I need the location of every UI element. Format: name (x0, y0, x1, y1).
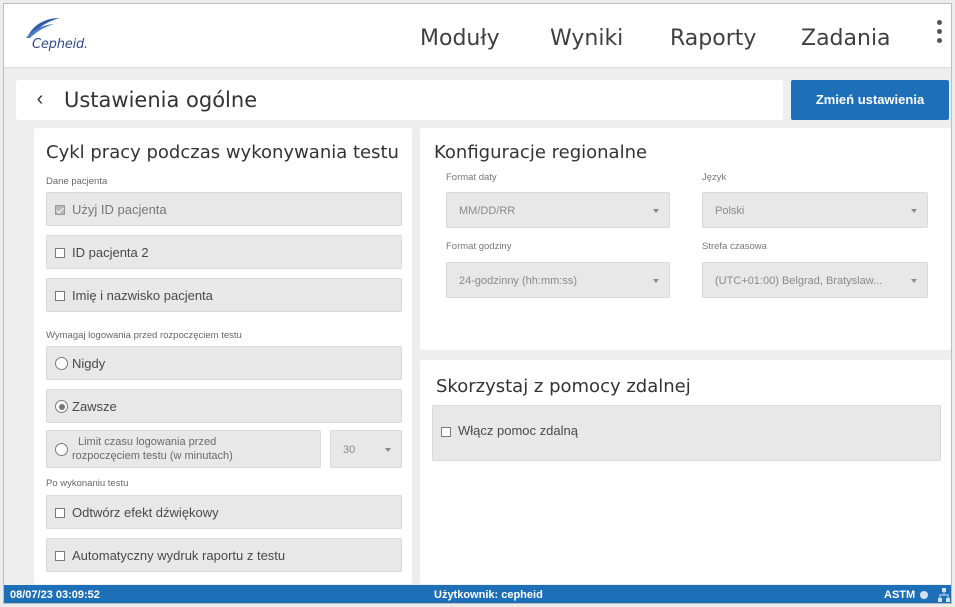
network-icon-svg (938, 588, 950, 602)
app-window: Cepheid. Moduły Wyniki Raporty Zadania ‹… (3, 3, 952, 604)
time-format-select[interactable]: 24-godzinny (hh:mm:ss) (446, 262, 670, 298)
play-sound-label: Odtwórz efekt dźwiękowy (72, 505, 219, 520)
login-never-label: Nigdy (72, 356, 106, 371)
chevron-down-icon (911, 279, 917, 283)
regional-heading: Konfiguracje regionalne (434, 142, 648, 163)
workflow-panel: Cykl pracy podczas wykonywania testu Dan… (34, 128, 412, 584)
login-time-limit-value: 30 (343, 444, 356, 456)
network-icon (938, 588, 950, 602)
page-header: ‹ Ustawienia ogólne (16, 80, 783, 120)
regional-settings-panel: Konfiguracje regionalne Format daty MM/D… (420, 128, 951, 350)
patient-data-label: Dane pacjenta (46, 176, 108, 187)
date-format-value: MM/DD/RR (459, 205, 516, 217)
play-sound-checkbox[interactable]: Odtwórz efekt dźwiękowy (46, 495, 402, 529)
status-datetime: 08/07/23 03:09:52 (10, 589, 100, 601)
timezone-value: (UTC+01:00) Belgrad, Bratyslaw... (715, 275, 883, 287)
nav-results[interactable]: Wyniki (550, 26, 623, 51)
page-title: Ustawienia ogólne (64, 88, 258, 112)
workflow-heading: Cykl pracy podczas wykonywania testu (46, 142, 399, 163)
login-time-limit-select[interactable]: 30 (330, 430, 402, 468)
patient-id-2-label: ID pacjenta 2 (72, 245, 149, 260)
checkbox-icon (441, 427, 451, 437)
top-navigation: Cepheid. Moduły Wyniki Raporty Zadania (4, 4, 951, 68)
login-time-limit-radio[interactable]: Limit czasu logowania przed rozpoczęciem… (46, 430, 321, 468)
time-format-value: 24-godzinny (hh:mm:ss) (459, 275, 577, 287)
radio-selected-icon (55, 400, 68, 413)
enable-remote-assistance-label: Włącz pomoc zdalną (458, 423, 578, 438)
chevron-left-icon: ‹ (36, 88, 44, 110)
language-label: Język (702, 172, 727, 183)
change-settings-button[interactable]: Zmień ustawienia (791, 80, 949, 120)
checkbox-checked-icon (55, 205, 65, 215)
auto-print-label: Automatyczny wydruk raportu z testu (72, 548, 286, 563)
timezone-label: Strefa czasowa (702, 241, 767, 252)
chevron-down-icon (653, 279, 659, 283)
status-bar: 08/07/23 03:09:52 Użytkownik: cepheid AS… (4, 585, 951, 603)
checkbox-icon (55, 248, 65, 258)
language-value: Polski (715, 205, 745, 217)
logo-text: Cepheid. (32, 37, 88, 52)
cepheid-logo: Cepheid. (22, 18, 122, 58)
remote-assistance-panel: Skorzystaj z pomocy zdalnej Włącz pomoc … (420, 360, 951, 584)
back-button[interactable]: ‹ (28, 88, 52, 112)
login-required-label: Wymagaj logowania przed rozpoczęciem tes… (46, 330, 242, 341)
time-format-label: Format godziny (446, 241, 512, 252)
radio-icon (55, 357, 68, 370)
status-protocol: ASTM (884, 589, 916, 601)
chevron-down-icon (911, 209, 917, 213)
login-always-label: Zawsze (72, 399, 117, 414)
date-format-label: Format daty (446, 172, 497, 183)
radio-icon (55, 443, 68, 456)
nav-reports[interactable]: Raporty (670, 26, 756, 51)
kebab-menu-icon[interactable] (934, 20, 944, 52)
use-patient-id-checkbox[interactable]: Użyj ID pacjenta (46, 192, 402, 226)
status-user: Użytkownik: cepheid (434, 589, 543, 601)
login-time-limit-line1: Limit czasu logowania przed (78, 436, 217, 448)
chevron-down-icon (653, 209, 659, 213)
login-always-radio[interactable]: Zawsze (46, 389, 402, 423)
patient-id-2-checkbox[interactable]: ID pacjenta 2 (46, 235, 402, 269)
patient-name-checkbox[interactable]: Imię i nazwisko pacjenta (46, 278, 402, 312)
login-time-limit-label: Limit czasu logowania przed rozpoczęciem… (72, 435, 233, 463)
patient-name-label: Imię i nazwisko pacjenta (72, 288, 213, 303)
after-test-label: Po wykonaniu testu (46, 478, 129, 489)
use-patient-id-label: Użyj ID pacjenta (72, 202, 167, 217)
nav-tasks[interactable]: Zadania (801, 26, 891, 51)
remote-heading: Skorzystaj z pomocy zdalnej (436, 376, 691, 397)
language-select[interactable]: Polski (702, 192, 928, 228)
auto-print-checkbox[interactable]: Automatyczny wydruk raportu z testu (46, 538, 402, 572)
timezone-select[interactable]: (UTC+01:00) Belgrad, Bratyslaw... (702, 262, 928, 298)
login-time-limit-line2: rozpoczęciem testu (w minutach) (72, 450, 233, 462)
date-format-select[interactable]: MM/DD/RR (446, 192, 670, 228)
checkbox-icon (55, 291, 65, 301)
chevron-down-icon (385, 448, 391, 452)
login-never-radio[interactable]: Nigdy (46, 346, 402, 380)
enable-remote-assistance-checkbox[interactable]: Włącz pomoc zdalną (432, 405, 941, 461)
checkbox-icon (55, 551, 65, 561)
nav-modules[interactable]: Moduły (420, 26, 500, 51)
connection-status-icon (920, 591, 928, 599)
checkbox-icon (55, 508, 65, 518)
